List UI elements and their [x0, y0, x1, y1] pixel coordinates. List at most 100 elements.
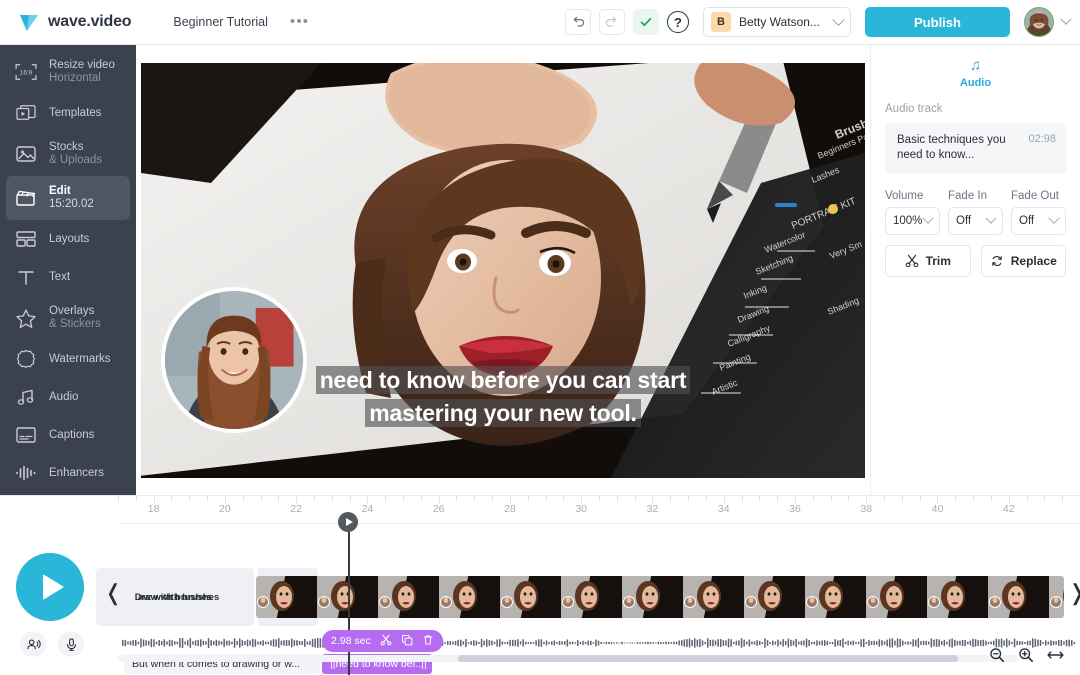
left-sidebar: 16:9 Resize video Horizontal Templates S… [0, 45, 136, 495]
zoom-in-button[interactable] [1018, 647, 1034, 668]
zoom-out-button[interactable] [989, 647, 1005, 668]
volume-select[interactable]: 100% [885, 207, 940, 235]
sidebar-item-resize-video[interactable]: 16:9 Resize video Horizontal [6, 50, 130, 94]
undo-button[interactable] [565, 9, 591, 35]
help-button[interactable]: ? [667, 11, 689, 33]
sidebar-item-text[interactable]: Text [6, 258, 130, 296]
sidebar-item-watermarks[interactable]: Watermarks [6, 340, 130, 378]
ruler-tick [848, 496, 849, 501]
ruler-tick [403, 496, 404, 501]
timeline-scrollbar[interactable] [118, 655, 1018, 662]
video-caption-overlay[interactable]: need to know before you can start master… [141, 364, 865, 430]
panel-title: Audio [885, 77, 1066, 89]
redo-button[interactable] [599, 9, 625, 35]
fade-in-select[interactable]: Off [948, 207, 1003, 235]
edit-clapper-icon [14, 186, 38, 210]
ruler-label: 42 [1003, 503, 1015, 515]
ruler-tick [973, 496, 974, 501]
brand[interactable]: wave.video [18, 11, 131, 33]
captions-icon [14, 423, 38, 447]
caption-line-2: mastering your new tool. [365, 399, 640, 427]
timeline-scroll-left-grip[interactable]: ❬ [104, 582, 122, 604]
duplicate-icon [401, 634, 413, 646]
ruler-label: 18 [148, 503, 160, 515]
fade-in-control: Fade In Off [948, 190, 1003, 235]
audio-track-duration: 02:98 [1028, 133, 1056, 163]
timeline-thumbnail [378, 576, 439, 618]
play-button[interactable] [16, 553, 84, 621]
cut-button[interactable] [380, 634, 392, 649]
replace-button[interactable]: Replace [981, 245, 1067, 277]
timeline-thumbnail [256, 576, 317, 618]
ruler-tick [688, 496, 689, 501]
sidebar-item-label: Audio [49, 391, 78, 404]
timeline-body[interactable]: 18202224262830323436384042 aw with brush… [118, 496, 1080, 675]
timeline-waveform[interactable] [118, 632, 1080, 654]
timeline-text-clip-mid[interactable]: Draw with brushes [114, 568, 240, 626]
fade-out-select[interactable]: Off [1011, 207, 1066, 235]
delete-button[interactable] [422, 634, 434, 649]
publish-button[interactable]: Publish [865, 7, 1010, 37]
check-icon [638, 14, 654, 30]
sidebar-item-sublabel: & Uploads [49, 154, 102, 167]
trash-icon [422, 634, 434, 646]
sidebar-item-overlays-stickers[interactable]: Overlays & Stickers [6, 296, 130, 340]
timeline-ruler[interactable]: 18202224262830323436384042 [118, 496, 1080, 524]
header-actions: ? B Betty Watson... Publish [565, 7, 1080, 37]
ruler-tick [171, 496, 172, 501]
timeline-scrollbar-thumb[interactable] [458, 655, 958, 662]
sidebar-item-label: Edit [49, 185, 94, 198]
ruler-label: 36 [789, 503, 801, 515]
stocks-uploads-icon [14, 142, 38, 166]
sidebar-item-stocks-uploads[interactable]: Stocks & Uploads [6, 132, 130, 176]
fade-in-label: Fade In [948, 190, 1003, 202]
voiceover-button[interactable] [20, 631, 46, 657]
chevron-down-icon [1048, 213, 1059, 224]
sidebar-item-edit[interactable]: Edit 15:20.02 [6, 176, 130, 220]
sidebar-item-templates[interactable]: Templates [6, 94, 130, 132]
ruler-label: 38 [860, 503, 872, 515]
ruler-tick [261, 496, 262, 501]
play-icon [346, 518, 353, 526]
ruler-tick [813, 496, 814, 501]
ruler-tick [456, 496, 457, 501]
timeline-video-clip[interactable] [256, 576, 1064, 618]
video-preview[interactable]: Watercolor Sketching Inking Drawing Call… [141, 63, 865, 478]
zoom-out-icon [989, 647, 1005, 663]
user-selector[interactable]: B Betty Watson... [703, 7, 851, 37]
account-menu[interactable] [1024, 7, 1070, 37]
svg-text:16:9: 16:9 [20, 70, 33, 77]
ruler-tick [937, 496, 938, 503]
sidebar-item-enhancers[interactable]: Enhancers [6, 454, 130, 492]
sidebar-item-captions[interactable]: Captions [6, 416, 130, 454]
scissors-icon [380, 634, 392, 646]
project-menu-icon[interactable]: ••• [290, 17, 309, 27]
wave-video-editor: wave.video Beginner Tutorial ••• ? B Bet… [0, 0, 1080, 675]
audio-track-card[interactable]: Basic techniques you need to know... 02:… [885, 123, 1066, 174]
project-title[interactable]: Beginner Tutorial [173, 15, 268, 29]
ruler-tick [581, 496, 582, 503]
sidebar-item-audio[interactable]: Audio [6, 378, 130, 416]
sidebar-item-label: Text [49, 271, 70, 284]
ruler-tick [314, 496, 315, 501]
timeline-scroll-right-grip[interactable]: ❭ [1068, 582, 1080, 604]
overlays-star-icon [14, 306, 38, 330]
sidebar-item-layouts[interactable]: Layouts [6, 220, 130, 258]
ruler-tick [777, 496, 778, 501]
duplicate-button[interactable] [401, 634, 413, 649]
microphone-button[interactable] [58, 631, 84, 657]
fit-width-button[interactable] [1047, 648, 1064, 667]
trim-button[interactable]: Trim [885, 245, 971, 277]
ruler-tick [243, 496, 244, 501]
audio-track-title: Basic techniques you need to know... [897, 133, 1020, 163]
volume-control: Volume 100% [885, 190, 940, 235]
audio-track-label: Audio track [885, 103, 1066, 115]
sidebar-item-label: Templates [49, 107, 101, 120]
playhead-handle[interactable] [338, 512, 358, 532]
ruler-label: 30 [575, 503, 587, 515]
ruler-tick [154, 496, 155, 503]
ruler-tick [991, 496, 992, 501]
ruler-label: 24 [362, 503, 374, 515]
ruler-tick [207, 496, 208, 501]
audio-properties-panel: ♫ Audio Audio track Basic techniques you… [870, 45, 1080, 495]
